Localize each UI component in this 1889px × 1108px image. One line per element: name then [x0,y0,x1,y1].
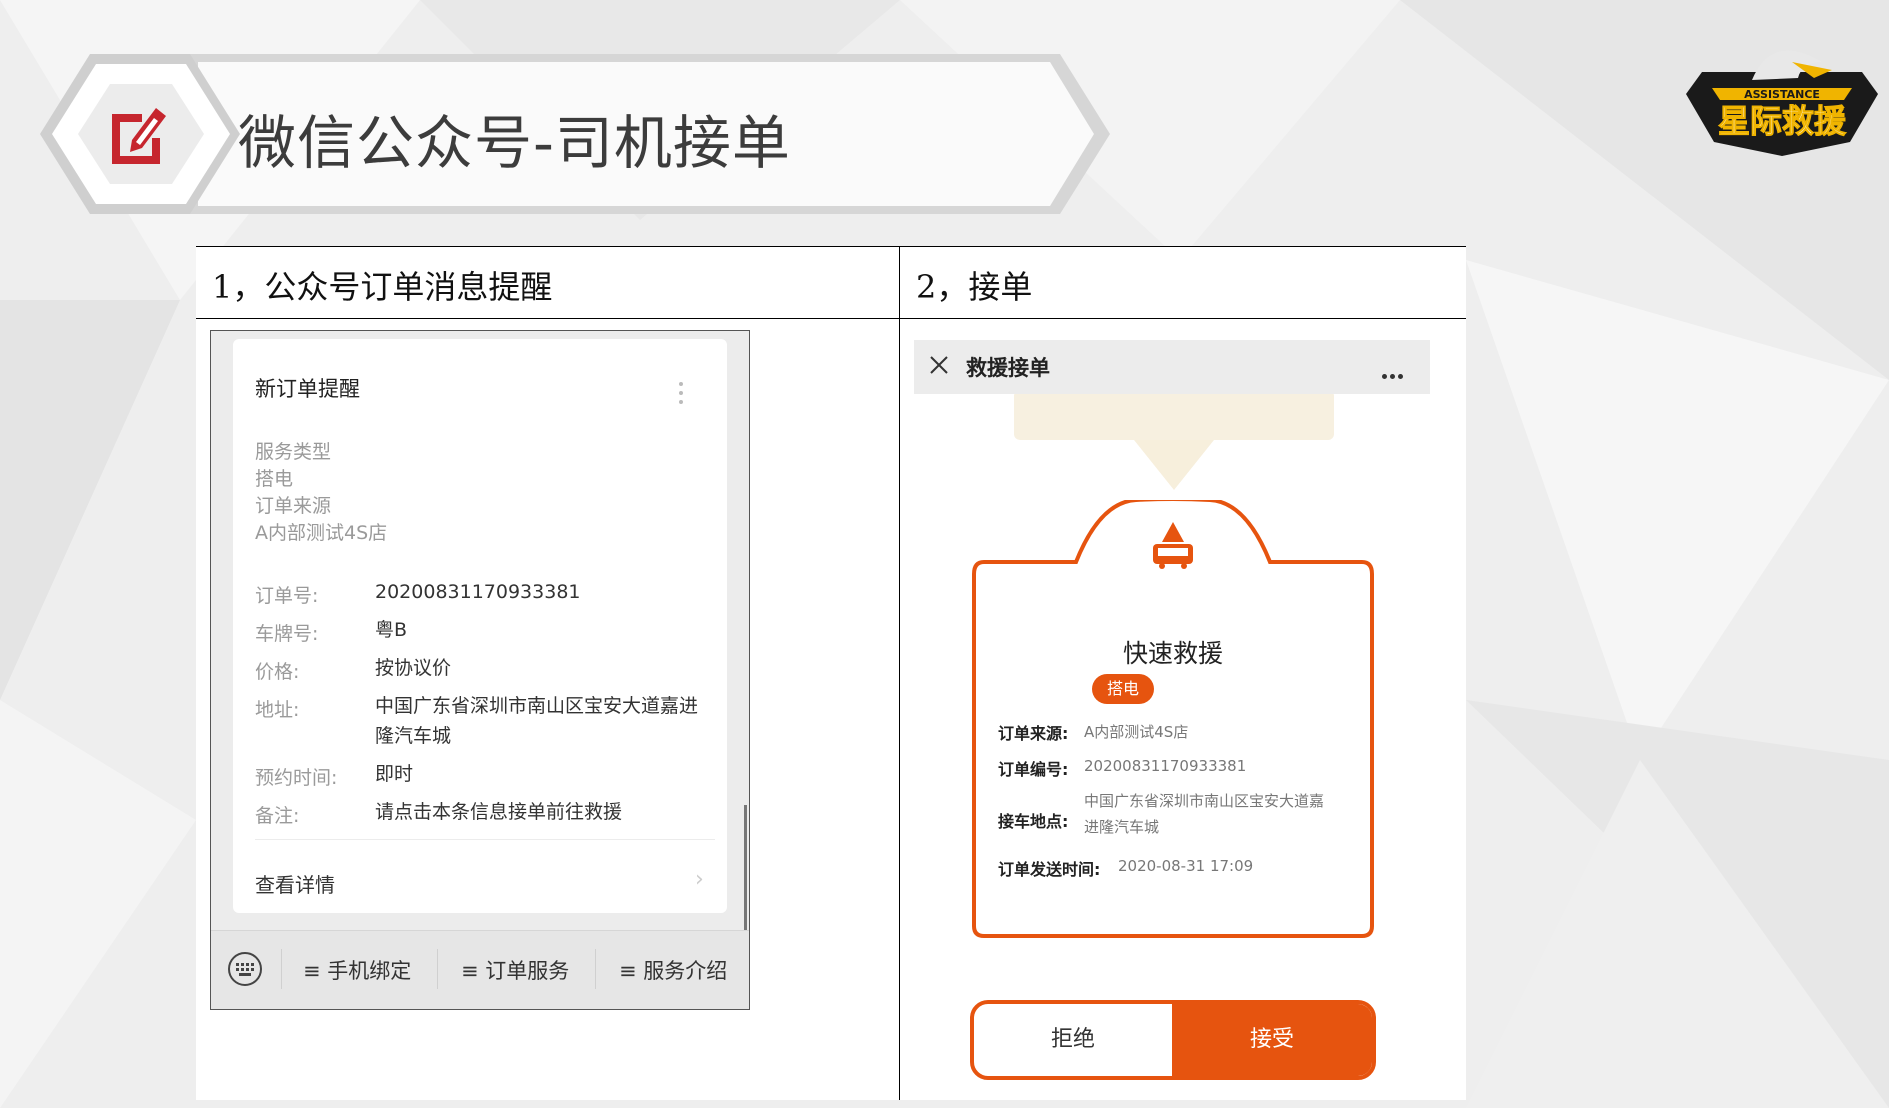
field-label: 价格: [255,661,300,683]
edit-icon [112,108,166,164]
remark-value: 请点击本条信息接单前往救援 [375,801,623,823]
send-time-value: 2020-08-31 17:09 [1118,857,1254,875]
column-header-1: 1，公众号订单消息提醒 [212,268,553,306]
field-label: 订单号: [255,585,319,607]
order-number-value: 20200831170933381 [1084,757,1247,775]
order-number-value: 20200831170933381 [375,581,581,603]
official-account-menu: ≡ 手机绑定 ≡ 订单服务 ≡ 服务介绍 [211,930,749,1009]
order-source-value: A内部测试4S店 [255,522,388,544]
card-title: 新订单提醒 [255,377,360,401]
field-label: 地址: [255,699,300,721]
pickup-location-value: 中国广东省深圳市南山区宝安大道嘉进隆汽车城 [1084,792,1325,836]
price-value: 按协议价 [375,657,452,679]
field-label: 订单发送时间: [998,860,1101,879]
field-label: 接车地点: [998,812,1069,831]
order-source-label: 订单来源 [255,495,332,517]
menu-separator [595,949,596,989]
chevron-right-icon: › [695,867,704,892]
service-type-label: 服务类型 [255,441,332,463]
order-source-value: A内部测试4S店 [1084,723,1189,741]
service-type-value: 搭电 [255,468,294,490]
appointment-time-value: 即时 [375,763,414,785]
address-value: 中国广东省深圳市南山区宝安大道嘉进隆汽车城 [375,695,699,747]
service-type-badge: 搭电 [1092,674,1154,704]
more-options-icon[interactable] [679,377,685,409]
field-label: 订单来源: [998,724,1069,743]
nav-title: 救援接单 [966,356,1050,380]
card-title: 快速救援 [1122,639,1223,668]
table-column-divider [899,246,900,1100]
accept-order-screenshot: 救援接单 快速救援 搭电 订单来源: A内部测试4S店 订单编号: 202008… [914,340,1434,1100]
accept-button[interactable]: 接受 [1172,1004,1372,1076]
logo-wordmark: 星际救援 [1718,102,1847,140]
table-header-border [196,318,1466,319]
logo-tagline: ASSISTANCE [1744,88,1820,101]
field-label: 预约时间: [255,767,338,789]
action-buttons: 拒绝 接受 [970,1000,1376,1080]
table-top-border [196,246,1466,247]
brand-logo: ASSISTANCE 星际救援 [1682,22,1882,157]
page-title: 微信公众号-司机接单 [238,109,791,177]
reject-button[interactable]: 拒绝 [974,1004,1172,1076]
more-icon[interactable] [1382,364,1406,383]
menu-separator [437,949,438,989]
close-icon[interactable] [928,354,950,376]
view-details-link[interactable]: 查看详情 [255,869,335,898]
plate-number-value: 粤B [375,619,408,641]
wechat-message-screenshot: 新订单提醒 服务类型 搭电 订单来源 A内部测试4S店 订单号: 2020083… [210,330,750,1010]
menu-service-intro[interactable]: ≡ 服务介绍 [619,955,727,985]
field-label: 订单编号: [998,760,1069,779]
field-label: 备注: [255,805,300,827]
nav-bar: 救援接单 [914,340,1430,394]
scrollbar[interactable] [744,805,747,935]
keyboard-icon[interactable] [227,951,263,987]
new-order-card[interactable]: 新订单提醒 服务类型 搭电 订单来源 A内部测试4S店 订单号: 2020083… [233,339,727,913]
column-header-2: 2，接单 [916,268,1033,306]
content-table: 1，公众号订单消息提醒 2，接单 新订单提醒 服务类型 搭电 订单来源 A内部测… [196,246,1466,1100]
menu-separator [281,949,282,989]
menu-order-service[interactable]: ≡ 订单服务 [461,955,569,985]
field-label: 车牌号: [255,623,319,645]
menu-phone-binding[interactable]: ≡ 手机绑定 [303,955,411,985]
card-divider [255,839,715,840]
